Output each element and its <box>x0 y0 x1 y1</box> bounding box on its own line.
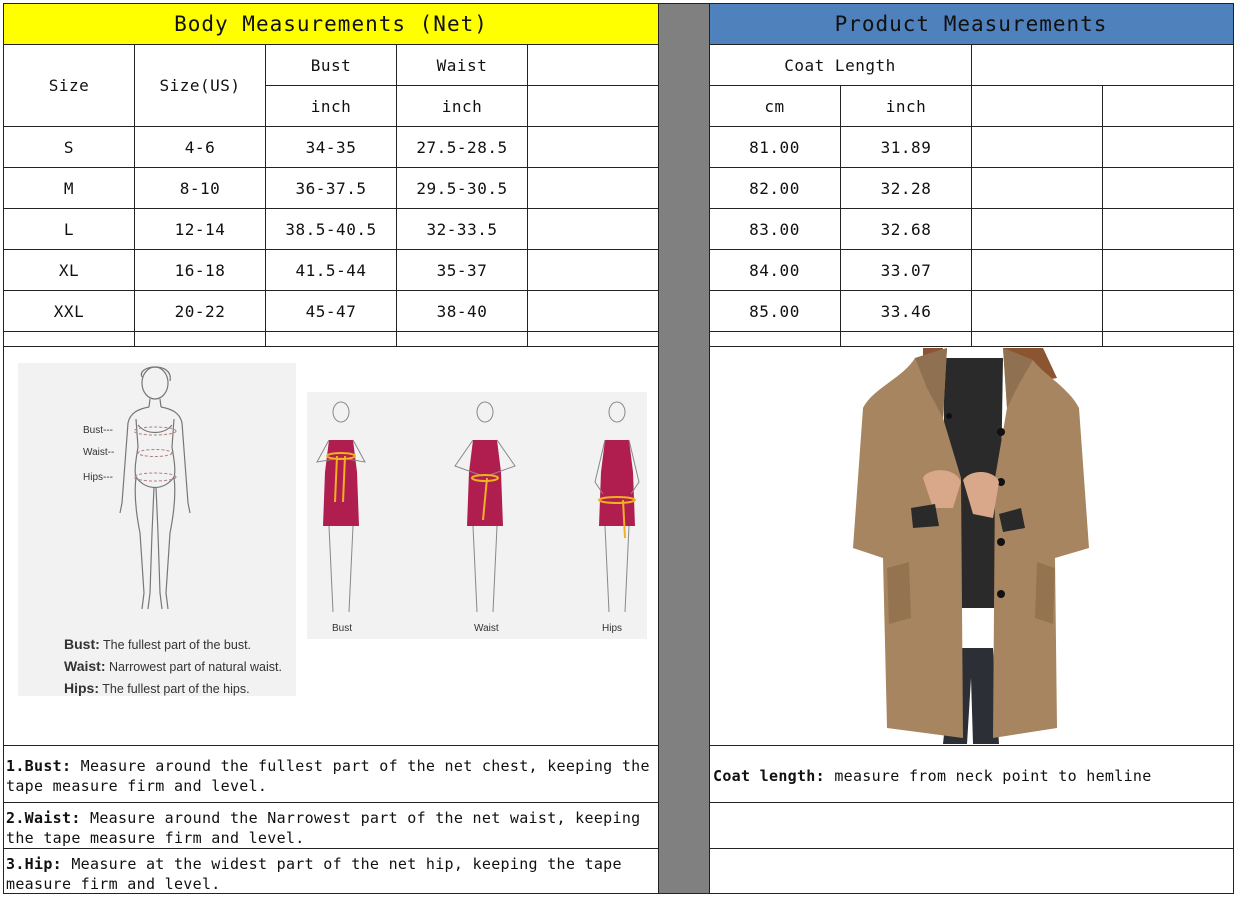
caption-waist: Waist: Narrowest part of natural waist. <box>64 658 282 674</box>
row-4-waist: 38-40 <box>436 301 488 321</box>
header-waist: Waist <box>436 55 488 75</box>
row-1-size: M <box>63 178 75 198</box>
row-2-cm: 83.00 <box>749 219 800 239</box>
row-4-size: XXL <box>53 301 85 321</box>
body-outline-illustration <box>119 366 191 610</box>
dress-figures-panel: Bust Waist Hips <box>307 392 647 639</box>
caption-bust: Bust: The fullest part of the bust. <box>64 636 252 652</box>
header-coat-length: Coat Length <box>784 55 896 75</box>
product-measurements-title: Product Measurements <box>709 4 1233 44</box>
body-measurements-title-text: Body Measurements (Net) <box>174 12 488 36</box>
row-3-waist: 35-37 <box>436 260 488 280</box>
product-measurements-title-text: Product Measurements <box>834 12 1108 36</box>
row-2-waist: 32-33.5 <box>426 219 498 239</box>
header-coat-cm: cm <box>764 96 785 116</box>
note-waist: 2.Waist: Measure around the Narrowest pa… <box>6 809 641 847</box>
caption-hips: Hips: The fullest part of the hips. <box>64 680 250 696</box>
row-4-us: 20-22 <box>174 301 226 321</box>
note-hip: 3.Hip: Measure at the widest part of the… <box>6 855 622 893</box>
row-2-inch: 32.68 <box>880 219 932 239</box>
row-2-bust: 38.5-40.5 <box>285 219 377 239</box>
row-4-bust: 45-47 <box>305 301 357 321</box>
row-2-size: L <box>63 219 75 239</box>
row-4-cm: 85.00 <box>749 301 800 321</box>
header-waist-unit: inch <box>441 96 483 116</box>
row-4-inch: 33.46 <box>880 301 932 321</box>
dress-label-bust: Bust <box>332 623 353 634</box>
dress-measuring-illustration <box>316 401 640 613</box>
row-3-cm: 84.00 <box>749 260 800 280</box>
row-3-us: 16-18 <box>174 260 226 280</box>
row-3-inch: 33.07 <box>880 260 932 280</box>
row-1-us: 8-10 <box>179 178 221 198</box>
row-1-waist: 29.5-30.5 <box>416 178 508 198</box>
row-1-cm: 82.00 <box>749 178 800 198</box>
header-size: Size <box>48 76 90 95</box>
row-1-inch: 32.28 <box>880 178 932 198</box>
header-coat-inch: inch <box>885 96 927 116</box>
body-figure-panel: Bust--- Waist-- Hips--- Bust: The fulles… <box>18 363 296 696</box>
row-3-bust: 41.5-44 <box>295 260 367 280</box>
coat-product-photo <box>853 348 1089 744</box>
row-0-inch: 31.89 <box>880 137 932 157</box>
row-1-bust: 36-37.5 <box>295 178 367 198</box>
divider-column <box>659 4 709 894</box>
dress-label-waist: Waist <box>474 623 499 634</box>
body-measurements-title: Body Measurements (Net) <box>4 4 658 44</box>
figure-label-bust: Bust--- <box>83 425 113 436</box>
row-0-bust: 34-35 <box>305 137 357 157</box>
header-size-us: Size(US) <box>159 76 241 95</box>
figure-label-hips: Hips--- <box>83 472 113 483</box>
row-0-us: 4-6 <box>184 137 216 157</box>
note-bust: 1.Bust: Measure around the fullest part … <box>6 757 650 795</box>
row-0-cm: 81.00 <box>749 137 800 157</box>
header-bust: Bust <box>310 55 352 75</box>
note-coat-length: Coat length: measure from neck point to … <box>713 767 1152 785</box>
row-0-waist: 27.5-28.5 <box>416 137 508 157</box>
row-0-size: S <box>63 137 75 157</box>
dress-label-hips: Hips <box>602 623 623 634</box>
row-2-us: 12-14 <box>174 219 226 239</box>
row-3-size: XL <box>58 260 80 280</box>
header-bust-unit: inch <box>310 96 352 116</box>
figure-label-waist: Waist-- <box>83 447 115 458</box>
